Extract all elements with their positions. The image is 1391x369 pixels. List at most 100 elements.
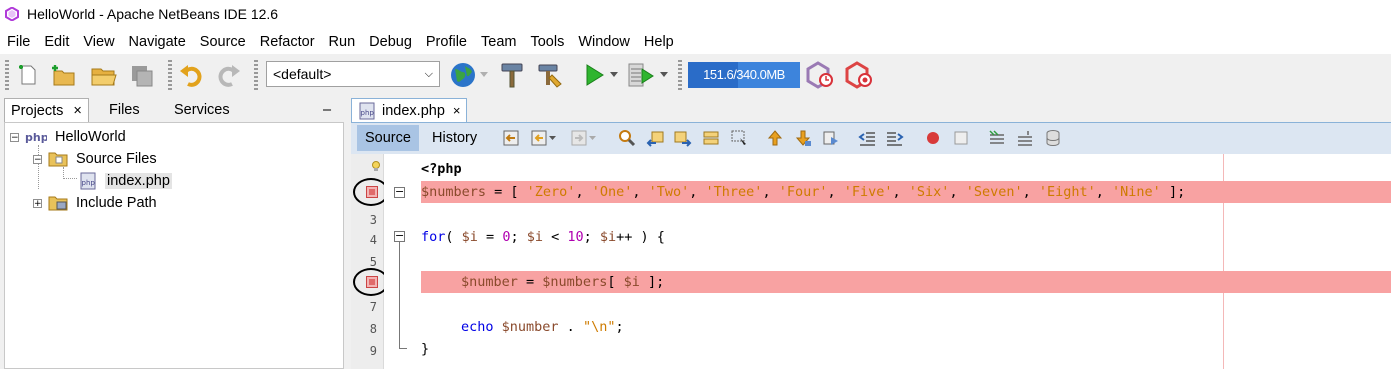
memory-usage-indicator[interactable]: 151.6/340.0MB: [688, 62, 800, 88]
projects-panel: Projects × Files Services – − php HelloW…: [4, 96, 344, 369]
netbeans-logo-icon: [5, 7, 19, 21]
code-token: $i: [461, 229, 478, 245]
library-folder-icon: [48, 196, 68, 211]
code-token: $i: [599, 229, 617, 245]
code-token: ;: [615, 319, 624, 335]
forward-icon[interactable]: [569, 128, 589, 148]
fold-collapse-icon[interactable]: −: [394, 186, 405, 198]
toggle-bookmark-icon[interactable]: [821, 128, 841, 148]
menu-tools[interactable]: Tools: [523, 34, 571, 50]
fold-guide: [399, 242, 400, 348]
line-number: 7: [369, 300, 377, 314]
find-next-icon[interactable]: [673, 128, 693, 148]
fold-collapse-icon[interactable]: −: [394, 230, 405, 242]
code-token: 'Seven': [965, 184, 1023, 200]
tree-node-project[interactable]: − php HelloWorld: [10, 126, 126, 148]
history-view-button[interactable]: History: [424, 125, 485, 151]
database-icon[interactable]: [1043, 128, 1063, 148]
start-macro-recording-icon[interactable]: [923, 128, 943, 148]
clean-build-icon[interactable]: [535, 60, 565, 90]
toolbar-grip-2[interactable]: [168, 60, 172, 90]
next-bookmark-icon[interactable]: [793, 128, 813, 148]
find-icon[interactable]: [617, 128, 637, 148]
line-number-gutter[interactable]: 3 4 5 7 8 9: [351, 154, 389, 369]
debug-dropdown-arrow-icon[interactable]: [658, 60, 670, 90]
file-name: index.php: [105, 173, 172, 189]
globe-dropdown-arrow-icon[interactable]: [478, 60, 490, 90]
tab-projects-label: Projects: [11, 103, 64, 119]
menu-file[interactable]: File: [0, 34, 37, 50]
last-edit-icon[interactable]: [501, 128, 521, 148]
line-number: 8: [369, 322, 377, 336]
open-project-icon[interactable]: [89, 60, 119, 90]
save-all-icon[interactable]: [127, 60, 157, 90]
code-editor[interactable]: 3 4 5 7 8 9 − − <?php $numbers = [ 'Zero…: [351, 154, 1391, 369]
tab-projects[interactable]: Projects ×: [4, 98, 89, 123]
menu-edit[interactable]: Edit: [37, 34, 76, 50]
code-token: (: [445, 229, 462, 245]
expand-icon[interactable]: +: [33, 198, 42, 208]
toolbar-grip[interactable]: [5, 60, 9, 90]
previous-bookmark-icon[interactable]: [765, 128, 785, 148]
php-file-icon: php: [359, 102, 375, 119]
menu-refactor[interactable]: Refactor: [253, 34, 322, 50]
menu-view[interactable]: View: [76, 34, 121, 50]
undo-icon[interactable]: [176, 60, 206, 90]
toggle-comment-icon[interactable]: [987, 128, 1007, 148]
menu-debug[interactable]: Debug: [362, 34, 419, 50]
svg-text:php: php: [361, 109, 375, 117]
toggle-rectangular-selection-icon[interactable]: [729, 128, 749, 148]
menu-source[interactable]: Source: [193, 34, 253, 50]
code-token: $i: [526, 229, 543, 245]
tab-files[interactable]: Files: [109, 98, 140, 122]
close-icon[interactable]: ×: [73, 103, 81, 119]
project-name: HelloWorld: [55, 129, 126, 145]
minimize-icon[interactable]: –: [323, 98, 331, 122]
back-dropdown-icon[interactable]: [547, 128, 557, 148]
stop-macro-recording-icon[interactable]: [951, 128, 971, 148]
code-token: $numbers: [421, 184, 487, 200]
close-icon[interactable]: ×: [453, 103, 461, 118]
code-token: $number: [461, 274, 518, 290]
menu-profile[interactable]: Profile: [419, 34, 474, 50]
code-token: ];: [1160, 184, 1186, 200]
code-token: 'Six': [908, 184, 950, 200]
back-icon[interactable]: [529, 128, 549, 148]
lightbulb-hint-icon[interactable]: [370, 161, 382, 171]
tree-node-source-files[interactable]: − Source Files: [33, 148, 157, 170]
toggle-highlight-icon[interactable]: [701, 128, 721, 148]
editor-tab-index-php[interactable]: php index.php ×: [351, 98, 468, 122]
globe-icon[interactable]: [448, 60, 478, 90]
new-project-icon[interactable]: [48, 60, 78, 90]
forward-dropdown-icon[interactable]: [587, 128, 597, 148]
shift-line-right-icon[interactable]: [885, 128, 905, 148]
collapse-icon[interactable]: −: [10, 132, 19, 142]
tree-node-include-path[interactable]: + Include Path: [33, 192, 157, 214]
menu-run[interactable]: Run: [322, 34, 363, 50]
profile-stop-icon[interactable]: [844, 60, 874, 90]
run-project-icon[interactable]: [579, 60, 609, 90]
code-token: "\n": [582, 319, 616, 335]
toolbar-grip-3[interactable]: [254, 60, 258, 90]
window-title: HelloWorld - Apache NetBeans IDE 12.6: [27, 6, 279, 22]
menu-team[interactable]: Team: [474, 34, 523, 50]
build-hammer-icon[interactable]: [497, 60, 527, 90]
find-previous-icon[interactable]: [645, 128, 665, 148]
debug-project-icon[interactable]: [626, 60, 656, 90]
menu-navigate[interactable]: Navigate: [122, 34, 193, 50]
collapse-icon[interactable]: −: [33, 154, 42, 164]
uncomment-icon[interactable]: [1015, 128, 1035, 148]
code-token: 'Three': [705, 184, 763, 200]
menu-window[interactable]: Window: [571, 34, 637, 50]
redo-icon[interactable]: [214, 60, 244, 90]
tree-node-index-php[interactable]: php index.php: [79, 170, 172, 192]
new-file-icon[interactable]: [13, 60, 43, 90]
tab-services[interactable]: Services: [174, 98, 230, 122]
source-view-button[interactable]: Source: [357, 125, 419, 151]
profile-project-icon[interactable]: [805, 60, 835, 90]
run-dropdown-arrow-icon[interactable]: [608, 60, 620, 90]
configuration-select[interactable]: <default> ⌵: [266, 61, 440, 87]
shift-line-left-icon[interactable]: [857, 128, 877, 148]
toolbar-grip-4[interactable]: [678, 60, 682, 90]
menu-help[interactable]: Help: [637, 34, 681, 50]
